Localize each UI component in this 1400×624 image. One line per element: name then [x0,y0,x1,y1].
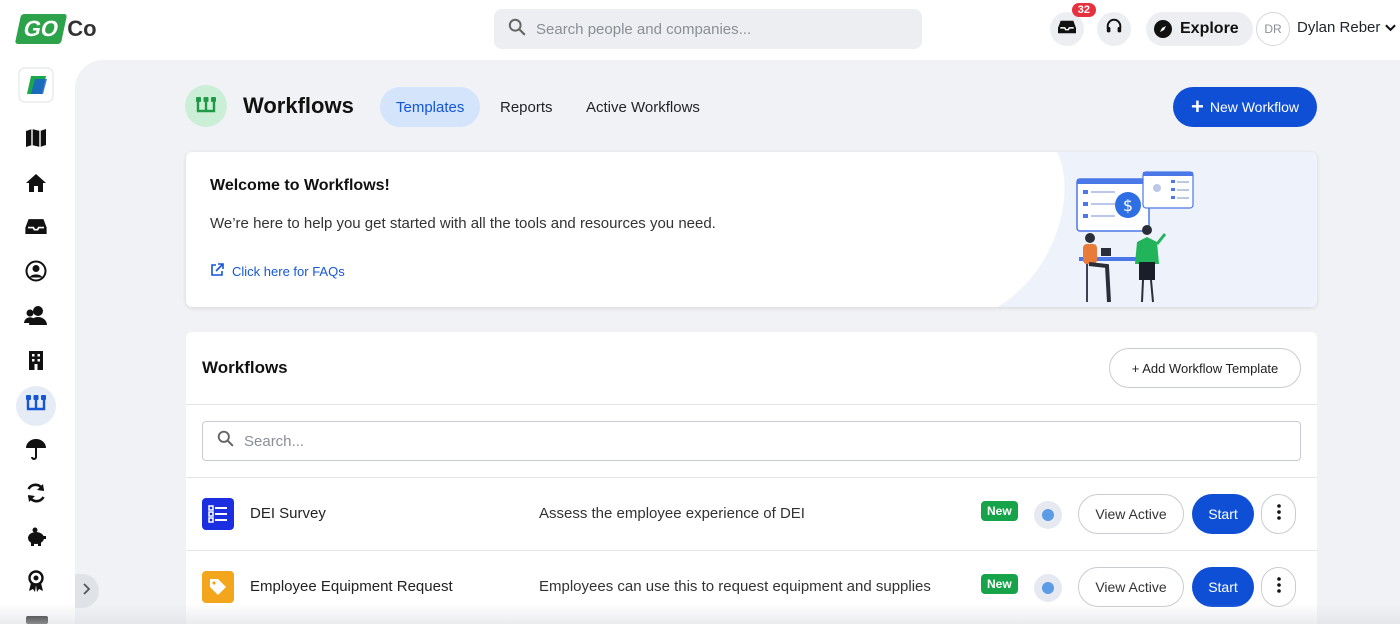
compass-icon [1154,20,1172,38]
sidebar-item-workflows[interactable] [16,386,56,426]
table-row[interactable]: DEI Survey Assess the employee experienc… [186,477,1317,550]
faq-link-label: Click here for FAQs [232,264,345,279]
welcome-title: Welcome to Workflows! [210,177,390,194]
inbox-icon [25,218,47,240]
top-bar: GO Co 32 Explore DR Dylan Reber [0,0,1400,60]
more-options-button[interactable] [1261,567,1296,607]
chevron-down-icon [1385,19,1397,36]
piggy-bank-icon [25,527,47,552]
user-circle-icon [25,260,47,287]
workflow-description: Employees can use this to request equipm… [539,578,931,595]
sidebar-item-people[interactable] [16,297,56,337]
kebab-icon [1276,576,1281,598]
bottom-fade [0,604,1400,624]
sync-icon [25,482,47,509]
workflow-name: Employee Equipment Request [250,578,453,595]
sidebar [0,60,75,624]
sidebar-item-awards[interactable] [16,563,56,603]
umbrella-icon [25,438,47,465]
view-active-button[interactable]: View Active [1078,494,1184,534]
divider [186,404,1317,405]
home-icon [25,173,47,198]
new-badge: New [981,501,1018,521]
sidebar-item-apps[interactable] [16,67,56,107]
assignee-icon [1034,501,1062,529]
welcome-card: Welcome to Workflows! We’re here to help… [186,152,1317,307]
app-launcher-icon [18,67,54,108]
goco-logo[interactable]: GO Co [14,12,98,46]
tab-active-workflows[interactable]: Active Workflows [570,87,716,127]
search-icon [508,18,526,41]
headset-icon [1105,18,1123,41]
sidebar-item-savings[interactable] [16,519,56,559]
building-icon [27,350,45,375]
workflow-search-input[interactable] [244,432,1144,450]
start-button[interactable]: Start [1192,494,1254,534]
inbox-button[interactable]: 32 [1050,3,1096,46]
welcome-illustration: $ [997,152,1317,307]
start-button[interactable]: Start [1192,567,1254,607]
logo-co: Co [67,16,97,41]
user-menu[interactable]: Dylan Reber [1297,19,1397,36]
workflow-description: Assess the employee experience of DEI [539,505,805,522]
global-search-input[interactable] [536,20,896,38]
workflows-panel: Workflows + Add Workflow Template DEI Su… [186,332,1317,624]
sidebar-item-sync[interactable] [16,475,56,515]
new-badge: New [981,574,1018,594]
faq-link[interactable]: Click here for FAQs [210,263,345,280]
sidebar-item-benefits[interactable] [16,431,56,471]
search-icon [217,430,234,452]
sidebar-item-profile[interactable] [16,253,56,293]
new-workflow-button[interactable]: + New Workflow [1173,87,1317,127]
workflows-header-icon [185,85,227,127]
assignee-icon [1034,574,1062,602]
explore-button[interactable]: Explore [1146,12,1253,46]
more-options-button[interactable] [1261,494,1296,534]
sidebar-item-inbox[interactable] [16,209,56,249]
sidebar-item-home[interactable] [16,165,56,205]
map-icon [25,128,47,153]
sidebar-item-companies[interactable] [16,342,56,382]
people-icon [24,305,48,330]
logo-go: GO [14,14,68,44]
view-active-button[interactable]: View Active [1078,567,1184,607]
tab-templates[interactable]: Templates [380,87,481,127]
tag-icon [202,571,234,603]
page-title: Workflows [243,93,354,118]
welcome-body: We’re here to help you get started with … [210,215,716,232]
award-icon [27,569,45,597]
workflows-panel-title: Workflows [202,358,288,377]
support-button[interactable] [1097,12,1131,46]
chevron-right-icon [83,582,91,600]
explore-label: Explore [1180,20,1239,37]
inbox-count-badge: 32 [1071,3,1096,17]
inbox-icon [1058,19,1076,40]
svg-text:$: $ [1123,196,1133,215]
plus-icon: + [1190,94,1204,119]
workflows-icon [25,394,47,419]
tab-reports[interactable]: Reports [484,87,569,127]
avatar[interactable]: DR [1256,12,1290,46]
list-icon [202,498,234,530]
kebab-icon [1276,503,1281,525]
sidebar-item-map[interactable] [16,120,56,160]
new-workflow-label: New Workflow [1209,99,1300,115]
global-search[interactable] [494,9,922,49]
workflow-name: DEI Survey [250,505,326,522]
add-workflow-template-button[interactable]: + Add Workflow Template [1109,348,1301,388]
workflow-search[interactable] [202,421,1301,461]
external-link-icon [210,263,224,280]
user-name: Dylan Reber [1297,19,1381,36]
main-content: Workflows Templates Reports Active Workf… [75,60,1400,624]
